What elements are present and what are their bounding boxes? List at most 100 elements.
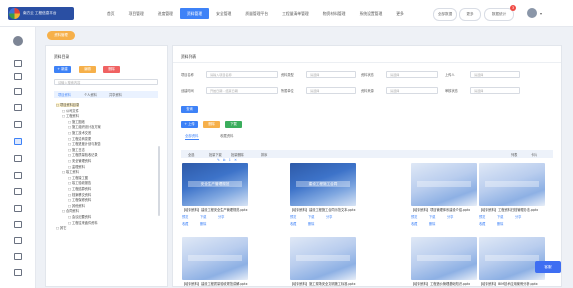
filter-input[interactable]: 请选择 xyxy=(470,87,520,94)
new-button[interactable]: + 新建 xyxy=(54,66,71,73)
tree-node[interactable]: □ 竣工验收报告 xyxy=(68,181,91,185)
card-action[interactable]: 收藏 xyxy=(290,221,296,226)
clock-icon[interactable] xyxy=(14,155,22,162)
batch-delete-button[interactable]: 删除 xyxy=(203,121,220,128)
tree-node[interactable]: □ 会议纪要资料 xyxy=(68,215,91,219)
dashboard-icon[interactable] xyxy=(14,60,22,67)
tree-node[interactable]: □ 施工日志 xyxy=(68,148,85,152)
tree-node[interactable]: □ 其他资料 xyxy=(68,204,85,208)
card-tools-icon[interactable]: ✎⧉⇩✕ xyxy=(217,158,240,162)
brand-logo[interactable]: 南方云 工程信息平台 xyxy=(8,7,74,20)
card-action[interactable]: 删除 xyxy=(429,221,435,226)
nav-item[interactable]: 进度管理 xyxy=(151,8,180,19)
file-card[interactable]: 建设工程施工合同 【培训资料】建设工程施工合同示范文本.pptx 预览 下载 分享 收藏 删… xyxy=(290,163,356,226)
file-card[interactable]: 【培训资料】项目管理体系建设介绍.pptx 预览 下载 分享 收藏 删除 xyxy=(411,163,477,226)
tree-tab[interactable]: 项目资料 xyxy=(58,92,71,97)
card-action[interactable]: 下载 xyxy=(308,214,314,219)
all-data-button[interactable]: 全部数据 xyxy=(433,8,457,21)
filter-input[interactable]: 请选择 xyxy=(306,71,356,78)
card-thumbnail[interactable] xyxy=(479,163,545,206)
filter-input[interactable]: 开始日期 - 结束日期 xyxy=(206,87,278,94)
file-card[interactable]: 安全生产管理规范 【培训资料】建设工程安全生产管理规范.pptx 预览 下载 分享 收藏 删… xyxy=(182,163,248,226)
tree-node[interactable]: □ 施工图纸 xyxy=(68,120,85,124)
upload-button[interactable]: + 上传 xyxy=(181,121,198,128)
tree-node[interactable]: □ 档案移交资料 xyxy=(68,193,91,197)
nav-item[interactable]: 项目管理 xyxy=(122,8,151,19)
card-action[interactable]: 预览 xyxy=(182,214,188,219)
tree-search-input[interactable]: 请输入搜索内容 xyxy=(54,79,158,85)
filter-input[interactable]: 请选择 xyxy=(470,71,520,78)
tree-node[interactable]: □ 公司文件 xyxy=(62,109,79,113)
tree-node[interactable]: □ 竣工资料 xyxy=(62,170,79,174)
nav-item[interactable]: 系统设置管理 xyxy=(352,8,389,19)
card-thumbnail[interactable] xyxy=(290,237,356,280)
tree-node[interactable]: □ 监理资料 xyxy=(68,165,85,169)
delete-button[interactable]: 删除 xyxy=(103,66,120,73)
table-icon[interactable] xyxy=(14,188,22,195)
file-card[interactable]: 【培训资料】工程造价管理基础知识.pptx xyxy=(411,237,477,286)
card-action[interactable]: 收藏 xyxy=(479,221,485,226)
card-action[interactable]: 分享 xyxy=(218,214,224,219)
nav-item[interactable]: 物资材料管理 xyxy=(316,8,353,19)
card-thumbnail[interactable] xyxy=(411,163,477,206)
card-action[interactable]: 预览 xyxy=(290,214,296,219)
view-card[interactable]: 卡片 xyxy=(531,152,537,157)
card-action[interactable]: 预览 xyxy=(411,214,417,219)
card-action[interactable]: 下载 xyxy=(200,214,206,219)
file-card[interactable]: 【培训资料】工程资料归档管理办法.pptx 预览 下载 分享 收藏 删除 xyxy=(479,163,545,226)
filter-input[interactable]: 请选择 xyxy=(306,87,356,94)
card-thumbnail[interactable]: 安全生产管理规范 xyxy=(182,163,248,206)
nav-item[interactable]: 安全管理 xyxy=(209,8,238,19)
tree-node[interactable]: □ 施工技术交底 xyxy=(68,131,91,135)
tree-node[interactable]: □ 工程进度计划与报告 xyxy=(68,142,101,146)
nav-item-active[interactable]: 资料管理 xyxy=(179,8,210,19)
card-thumbnail[interactable] xyxy=(411,237,477,280)
archive-icon[interactable] xyxy=(14,253,22,260)
more-button[interactable]: 更多 xyxy=(459,8,481,21)
card-action[interactable]: 删除 xyxy=(200,221,206,226)
card-action[interactable]: 分享 xyxy=(447,214,453,219)
card-action[interactable]: 分享 xyxy=(326,214,332,219)
tree-node[interactable]: □ 施工组织设计及方案 xyxy=(68,125,101,129)
help-icon[interactable] xyxy=(14,269,22,276)
image-icon[interactable] xyxy=(14,221,22,228)
tree-node[interactable]: □ 工程竣工图 xyxy=(68,176,88,180)
card-action[interactable]: 下载 xyxy=(497,214,503,219)
tree-node[interactable]: □ 工程质量验收记录 xyxy=(68,153,98,157)
batch-download[interactable]: 批量下载 xyxy=(209,152,222,157)
tree-node[interactable]: □ 合同资料 xyxy=(62,209,79,213)
nav-item[interactable]: 质量管理平台 xyxy=(238,8,275,19)
file-card[interactable]: 【培训资料】施工现场安全文明施工标准.pptx xyxy=(290,237,356,286)
nav-item-more[interactable]: 更多 xyxy=(389,8,411,19)
tree-node[interactable]: □ 其它 xyxy=(56,226,66,230)
card-action[interactable]: 预览 xyxy=(479,214,485,219)
filter-input[interactable]: 请输入项目名称 xyxy=(206,71,278,78)
filter-input[interactable]: 请选择 xyxy=(386,71,438,78)
stats-button[interactable]: 数据统计 xyxy=(484,8,514,21)
tree-node[interactable]: □ 工程洽商变更 xyxy=(68,137,91,141)
card-action[interactable]: 下载 xyxy=(429,214,435,219)
doc-icon[interactable] xyxy=(14,88,22,95)
card-action[interactable]: 删除 xyxy=(497,221,503,226)
view-list[interactable]: 列表 xyxy=(511,152,517,157)
user-avatar[interactable] xyxy=(527,8,537,18)
monitor-icon[interactable] xyxy=(14,205,22,212)
card-action[interactable]: 收藏 xyxy=(411,221,417,226)
sort-button[interactable]: 排序 xyxy=(261,152,267,157)
float-service-button[interactable]: 客服 xyxy=(535,261,561,273)
nav-item[interactable]: 首页 xyxy=(100,8,122,19)
tree-node[interactable]: □ 安全管理资料 xyxy=(68,159,91,163)
sidebar-avatar[interactable] xyxy=(13,36,23,46)
tree-node[interactable]: □ 工程往来函件资料 xyxy=(68,221,98,225)
filter-input[interactable]: 请选择 xyxy=(386,87,438,94)
card-thumbnail[interactable] xyxy=(182,237,248,280)
tab-all[interactable]: 全部资料 xyxy=(185,133,199,140)
card-action[interactable]: 删除 xyxy=(308,221,314,226)
settings-icon[interactable] xyxy=(14,121,22,128)
select-all-checkbox[interactable]: 全选 xyxy=(188,152,194,157)
batch-delete[interactable]: 批量删除 xyxy=(231,152,244,157)
card-action[interactable]: 收藏 xyxy=(182,221,188,226)
star-icon[interactable] xyxy=(14,237,22,244)
files-icon[interactable] xyxy=(14,138,22,145)
chart-icon[interactable] xyxy=(14,104,22,111)
